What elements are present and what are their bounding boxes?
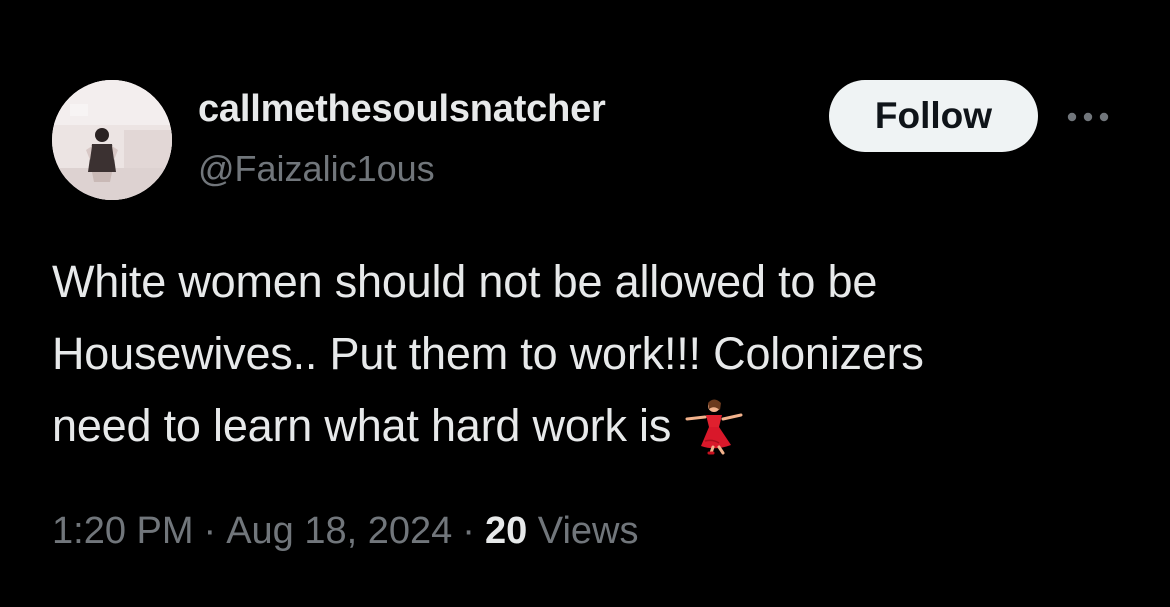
user-handle[interactable]: @Faizalic1ous [198, 148, 435, 190]
tweet-text-line: need to learn what hard work is [52, 400, 672, 451]
tweet-text: White women should not be allowed to be … [52, 246, 1112, 462]
views-count[interactable]: 20 [485, 510, 527, 552]
tweet-card: callmethesoulsnatcher @Faizalic1ous Foll… [0, 0, 1170, 607]
profile-photo-icon [52, 80, 172, 200]
tweet-time[interactable]: 1:20 PM [52, 510, 194, 552]
more-dots-icon [1067, 112, 1109, 122]
tweet-date[interactable]: Aug 18, 2024 [226, 510, 452, 552]
tweet-meta: 1:20 PM · Aug 18, 2024 · 20 Views [52, 510, 638, 553]
woman-dancing-emoji-icon [685, 399, 743, 455]
views-label: Views [537, 510, 639, 552]
tweet-text-line: Housewives.. Put them to work!!! Coloniz… [52, 328, 924, 379]
follow-button[interactable]: Follow [829, 80, 1038, 152]
avatar[interactable] [52, 80, 172, 200]
display-name[interactable]: callmethesoulsnatcher [198, 88, 606, 131]
meta-separator: · [462, 510, 475, 552]
more-horizontal-icon[interactable] [1062, 100, 1114, 134]
meta-separator: · [203, 510, 217, 552]
tweet-text-line-last: need to learn what hard work is [52, 390, 1112, 462]
tweet-text-line: White women should not be allowed to be [52, 256, 878, 307]
